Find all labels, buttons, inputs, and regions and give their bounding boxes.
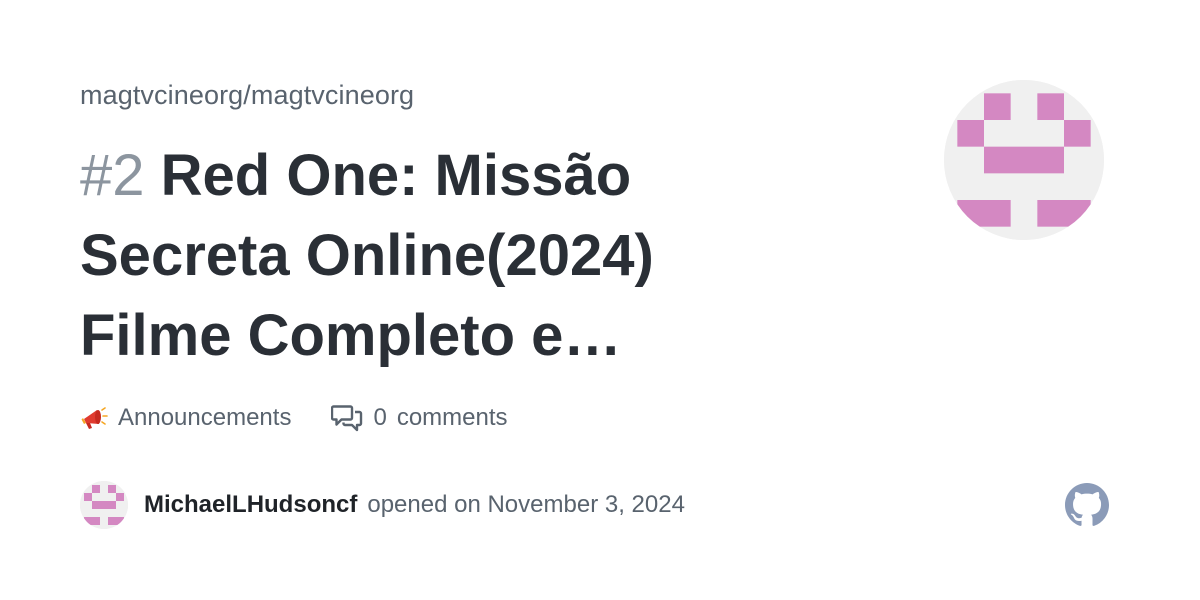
category-badge[interactable]: Announcements: [80, 404, 291, 432]
discussion-number: #2: [80, 143, 145, 208]
comments-count[interactable]: 0 comments: [331, 403, 508, 433]
author-username[interactable]: MichaelLHudsoncf: [144, 491, 357, 519]
comments-label: comments: [396, 404, 508, 431]
identicon-small: [80, 481, 128, 529]
repository-owner-avatar: [944, 80, 1104, 240]
discussion-meta: Announcements 0 comments: [80, 398, 508, 438]
github-logo-icon: [1065, 483, 1109, 527]
author-row: MichaelLHudsoncf opened on November 3, 2…: [80, 481, 685, 529]
discussion-title-line-3: Filme Completo e…: [80, 303, 622, 368]
discussion-title-line-1: Red One: Missão: [160, 143, 632, 208]
identicon-large: [944, 80, 1104, 240]
author-avatar[interactable]: [80, 481, 128, 529]
repository-name[interactable]: magtvcineorg/magtvcineorg: [80, 80, 414, 111]
comment-discussion-icon: [331, 403, 363, 433]
megaphone-icon: [80, 404, 108, 432]
discussion-title-line-2: Secreta Online(2024): [80, 223, 654, 288]
comments-number: 0: [373, 404, 387, 431]
category-label: Announcements: [118, 404, 292, 431]
opened-date: opened on November 3, 2024: [367, 491, 685, 518]
discussion-title: #2 Red One: Missão Secreta Online(2024) …: [80, 136, 800, 376]
